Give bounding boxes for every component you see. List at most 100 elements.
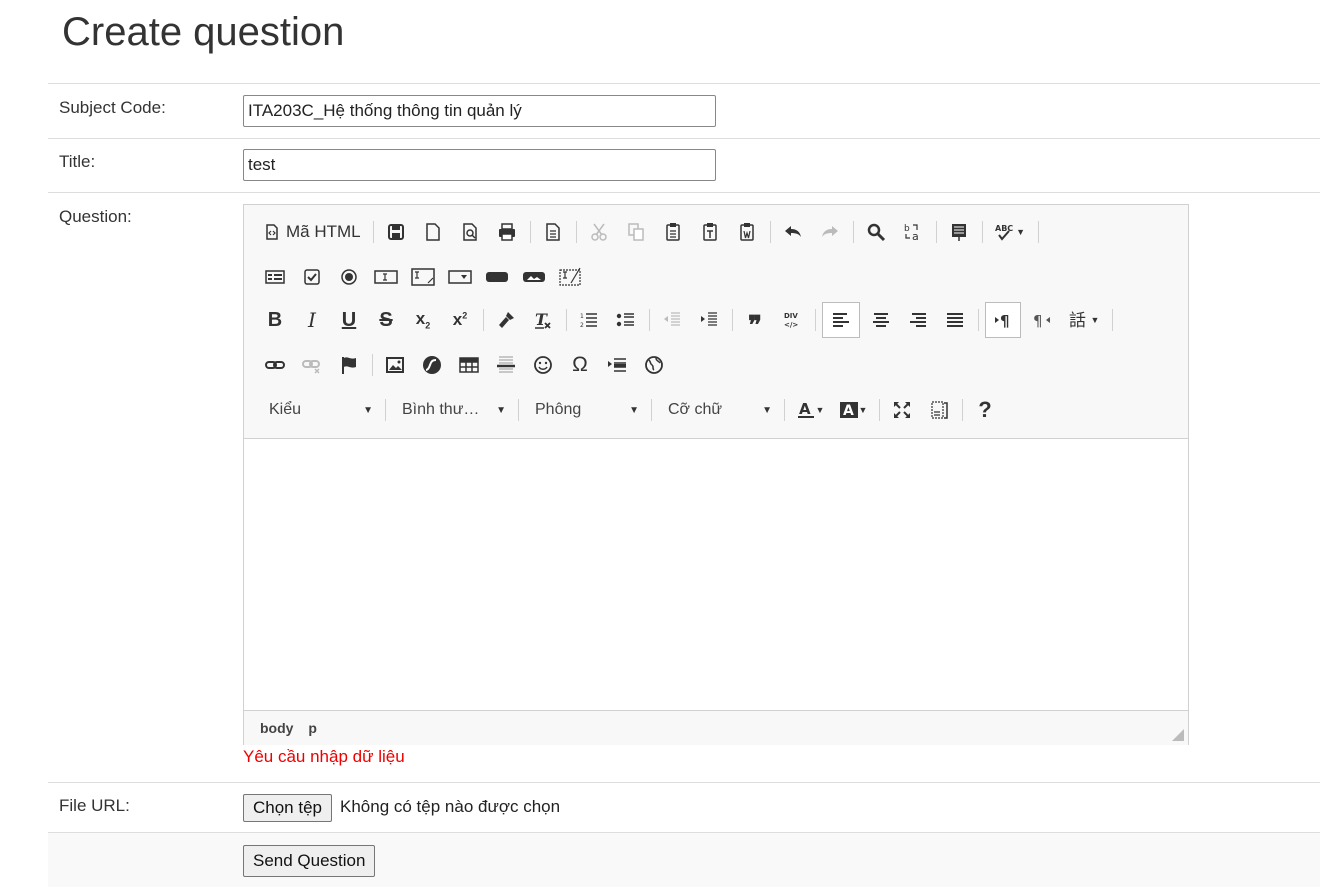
svg-text:DIV: DIV: [784, 312, 798, 320]
subject-code-input[interactable]: [243, 95, 716, 127]
outdent-button[interactable]: [656, 304, 688, 336]
copy-button[interactable]: [620, 216, 652, 248]
path-item-p[interactable]: p: [308, 720, 317, 736]
form-button[interactable]: [259, 261, 291, 293]
image-button-insert-button[interactable]: [518, 261, 550, 293]
chevron-down-icon: ▼: [496, 404, 506, 416]
textfield-button[interactable]: [370, 261, 402, 293]
spellcheck-button[interactable]: ABC ▼: [989, 216, 1031, 248]
page-break-button[interactable]: [601, 349, 633, 381]
preview-button[interactable]: [454, 216, 486, 248]
image-button[interactable]: [379, 349, 411, 381]
radio-button[interactable]: [333, 261, 365, 293]
special-char-button[interactable]: Ω: [564, 349, 596, 381]
styles-combo[interactable]: Kiểu ▼: [259, 395, 379, 425]
select-field-button[interactable]: [444, 261, 476, 293]
flag-icon: [342, 357, 356, 374]
paste-button[interactable]: [657, 216, 689, 248]
anchor-button[interactable]: [333, 349, 365, 381]
ltr-button[interactable]: ¶: [985, 302, 1021, 338]
replace-button[interactable]: ba: [897, 216, 929, 248]
blockquote-button[interactable]: ❞: [739, 304, 771, 340]
button-insert-button[interactable]: [481, 261, 513, 293]
toolbar-separator: [483, 309, 484, 331]
background-color-button[interactable]: A ▼: [834, 394, 872, 426]
flash-button[interactable]: [416, 349, 448, 381]
print-button[interactable]: [491, 216, 523, 248]
paintbrush-icon: [499, 312, 514, 328]
copy-format-button[interactable]: [490, 304, 522, 336]
toolbar-row-5: Kiểu ▼ Bình thư… ▼ Phông ▼ Cỡ chữ ▼ A ▼ …: [259, 393, 1006, 427]
help-button[interactable]: ?: [969, 394, 1001, 426]
undo-button[interactable]: [777, 216, 809, 248]
new-page-button[interactable]: [417, 216, 449, 248]
font-size-combo[interactable]: Cỡ chữ ▼: [658, 395, 778, 425]
text-color-button[interactable]: A ▼: [791, 394, 829, 426]
iframe-button[interactable]: [638, 349, 670, 381]
textarea-button[interactable]: [407, 261, 439, 293]
select-all-button[interactable]: [943, 216, 975, 248]
toolbar-separator: [372, 354, 373, 376]
svg-text:b: b: [904, 224, 910, 234]
indent-button[interactable]: [693, 304, 725, 336]
toolbar-separator: [935, 221, 937, 243]
link-button[interactable]: [259, 349, 291, 381]
unlink-button[interactable]: [296, 349, 328, 381]
justify-button[interactable]: [939, 304, 971, 336]
omega-icon: Ω: [572, 353, 588, 376]
editor-toolbar: Mã HTML b a ABC ▼ B I U S x2 x2 T 1 2 ❞ …: [244, 205, 1188, 439]
format-combo[interactable]: Bình thư… ▼: [392, 395, 512, 425]
italic-icon: I: [308, 308, 316, 332]
justify-icon: [947, 313, 963, 327]
remove-format-button[interactable]: T: [527, 304, 559, 336]
underline-button[interactable]: U: [333, 304, 365, 336]
bold-button[interactable]: B: [259, 304, 291, 336]
redo-button[interactable]: [814, 216, 846, 248]
templates-button[interactable]: [537, 216, 569, 248]
show-blocks-button[interactable]: [923, 394, 955, 426]
table-button[interactable]: [453, 349, 485, 381]
title-label: Title:: [59, 152, 96, 171]
send-question-button[interactable]: Send Question: [243, 845, 376, 877]
source-button[interactable]: Mã HTML: [259, 216, 366, 248]
paste-text-button[interactable]: [694, 216, 726, 248]
help-icon: ?: [978, 397, 992, 422]
align-center-button[interactable]: [865, 304, 897, 336]
bulleted-list-icon: [616, 313, 634, 327]
maximize-button[interactable]: [886, 394, 918, 426]
horizontal-rule-button[interactable]: [490, 349, 522, 381]
hidden-field-button[interactable]: [555, 261, 587, 293]
align-left-icon: [833, 313, 849, 327]
language-button[interactable]: 話 ▼: [1063, 304, 1105, 336]
checkbox-button[interactable]: [296, 261, 328, 293]
strike-button[interactable]: S: [370, 304, 402, 336]
align-right-button[interactable]: [902, 304, 934, 336]
editor-content[interactable]: [244, 439, 1188, 709]
spellcheck-icon: ABC: [995, 224, 1013, 241]
path-item-body[interactable]: body: [260, 720, 293, 736]
align-left-button[interactable]: [822, 302, 860, 338]
superscript-button[interactable]: x2: [444, 304, 476, 336]
format-combo-label: Bình thư…: [402, 401, 480, 418]
save-button[interactable]: [380, 216, 412, 248]
div-button[interactable]: DIV </>: [776, 304, 808, 336]
paste-word-button[interactable]: [731, 216, 763, 248]
chevron-down-icon: ▼: [363, 404, 373, 416]
outdent-icon: [664, 312, 680, 326]
rtl-button[interactable]: ¶: [1026, 304, 1058, 336]
choose-file-button[interactable]: Chọn tệp: [243, 794, 332, 822]
resize-handle-icon[interactable]: [1172, 729, 1184, 741]
bulleted-list-button[interactable]: [610, 304, 642, 336]
cut-button[interactable]: [583, 216, 615, 248]
underline-icon: U: [341, 308, 357, 331]
smiley-button[interactable]: [527, 349, 559, 381]
numbered-list-button[interactable]: 12: [573, 304, 605, 336]
toolbar-separator: [575, 221, 577, 243]
file-status: Không có tệp nào được chọn: [340, 797, 561, 816]
italic-button[interactable]: I: [296, 304, 328, 336]
find-button[interactable]: [860, 216, 892, 248]
subscript-button[interactable]: x2: [407, 304, 439, 336]
quote-icon: ❞: [748, 309, 762, 340]
font-combo[interactable]: Phông ▼: [525, 395, 645, 425]
title-input[interactable]: [243, 149, 716, 181]
